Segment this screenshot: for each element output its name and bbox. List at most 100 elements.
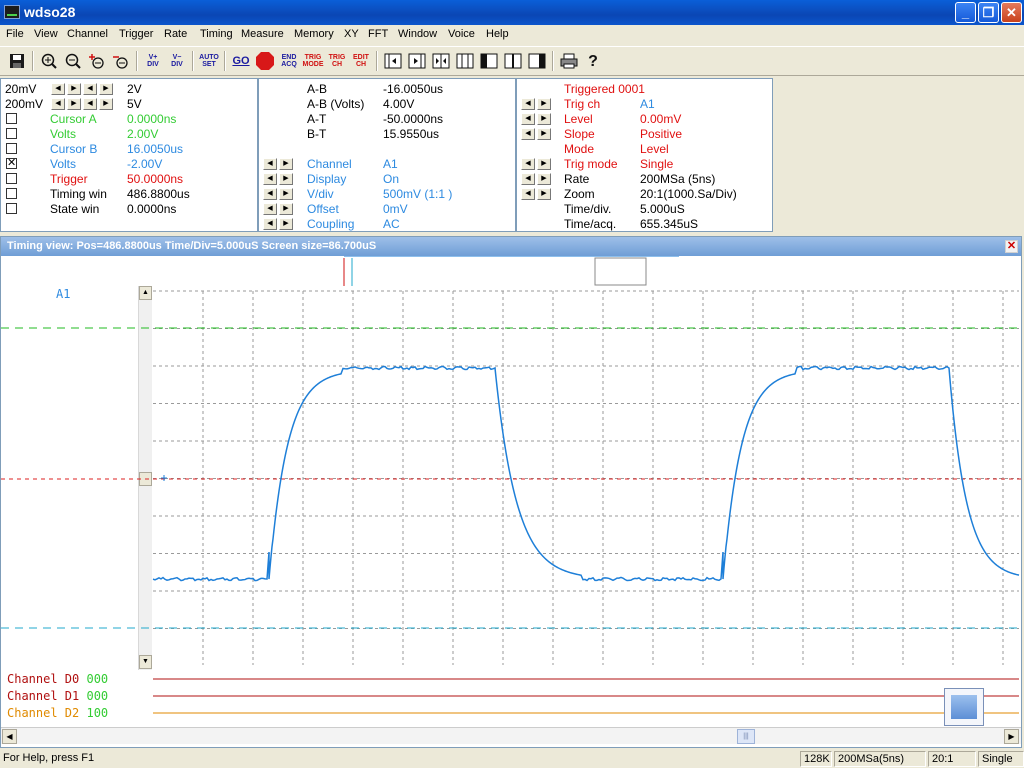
left-arrow-icon[interactable]: ◀ xyxy=(521,173,535,185)
row-checkbox[interactable] xyxy=(6,173,17,184)
volts-div-up-button[interactable]: V+ DIV xyxy=(142,50,164,72)
print-icon[interactable] xyxy=(558,50,580,72)
edit-ch-button[interactable]: EDIT CH xyxy=(350,50,372,72)
right-arrow-icon[interactable]: ▶ xyxy=(67,98,81,110)
left-arrow-icon[interactable]: ◀ xyxy=(521,158,535,170)
menu-file[interactable]: File xyxy=(6,28,24,40)
left-arrow-icon[interactable]: ◀ xyxy=(263,218,277,230)
stop-button[interactable] xyxy=(254,50,276,72)
autoset-button[interactable]: AUTO SET xyxy=(198,50,220,72)
window-split-icon[interactable] xyxy=(502,50,524,72)
minimize-button[interactable]: _ xyxy=(955,2,976,23)
spin-arrows[interactable]: ◀ ▶ xyxy=(521,173,551,185)
spin-arrows[interactable]: ◀ ▶ xyxy=(263,188,293,200)
right-arrow-icon[interactable]: ▶ xyxy=(279,173,293,185)
row-checkbox[interactable] xyxy=(6,143,17,154)
menu-view[interactable]: View xyxy=(34,28,58,40)
menu-window[interactable]: Window xyxy=(398,28,437,40)
go-button[interactable]: GO xyxy=(230,50,252,72)
end-acq-button[interactable]: END ACQ xyxy=(278,50,300,72)
right-arrow-icon[interactable]: ▶ xyxy=(67,83,81,95)
menu-timing[interactable]: Timing xyxy=(200,28,233,40)
spin-arrows[interactable]: ◀ ▶ xyxy=(521,98,551,110)
zoom-in-icon[interactable] xyxy=(38,50,60,72)
scale-1-right-arrows[interactable]: ◀ ▶ xyxy=(83,83,113,95)
left-arrow-icon[interactable]: ◀ xyxy=(51,83,65,95)
window-right-icon[interactable] xyxy=(526,50,548,72)
scale-2-right-arrows[interactable]: ◀ ▶ xyxy=(83,98,113,110)
row-checkbox[interactable] xyxy=(6,128,17,139)
help-icon[interactable]: ? xyxy=(582,50,604,72)
menu-fft[interactable]: FFT xyxy=(368,28,388,40)
right-arrow-icon[interactable]: ▶ xyxy=(279,158,293,170)
menu-rate[interactable]: Rate xyxy=(164,28,187,40)
restore-button[interactable]: ❐ xyxy=(978,2,999,23)
row-checkbox[interactable] xyxy=(6,188,17,199)
left-arrow-icon[interactable]: ◀ xyxy=(521,98,535,110)
spin-arrows[interactable]: ◀ ▶ xyxy=(263,158,293,170)
row-checkbox[interactable] xyxy=(6,203,17,214)
right-arrow-icon[interactable]: ▶ xyxy=(537,158,551,170)
menu-memory[interactable]: Memory xyxy=(294,28,334,40)
left-arrow-icon[interactable]: ◀ xyxy=(263,203,277,215)
spin-arrows[interactable]: ◀ ▶ xyxy=(263,173,293,185)
zoom-out-red-icon[interactable] xyxy=(110,50,132,72)
timing-view-close-icon[interactable]: ✕ xyxy=(1005,240,1018,253)
left-arrow-icon[interactable]: ◀ xyxy=(263,158,277,170)
volts-div-down-button[interactable]: V− DIV xyxy=(166,50,188,72)
spin-arrows[interactable]: ◀ ▶ xyxy=(521,188,551,200)
left-arrow-icon[interactable]: ◀ xyxy=(263,173,277,185)
trig-mode-button[interactable]: TRIG MODE xyxy=(302,50,324,72)
save-icon[interactable] xyxy=(6,50,28,72)
right-arrow-icon[interactable]: ▶ xyxy=(279,218,293,230)
row-checkbox[interactable]: ✕ xyxy=(6,158,17,169)
row-checkbox[interactable] xyxy=(6,113,17,124)
zoom-out-icon[interactable] xyxy=(62,50,84,72)
right-arrow-icon[interactable]: ▶ xyxy=(537,113,551,125)
spin-arrows[interactable]: ◀ ▶ xyxy=(521,128,551,140)
cursor-both-icon[interactable] xyxy=(454,50,476,72)
menu-trigger[interactable]: Trigger xyxy=(119,28,153,40)
scroll-right-icon[interactable]: ▶ xyxy=(1004,729,1019,744)
app-icon[interactable] xyxy=(4,5,20,19)
trig-ch-button[interactable]: TRIG CH xyxy=(326,50,348,72)
cursor-center-icon[interactable] xyxy=(430,50,452,72)
overview-window[interactable] xyxy=(594,257,647,286)
menu-voice[interactable]: Voice xyxy=(448,28,475,40)
scale-1-left-arrows[interactable]: ◀ ▶ xyxy=(51,83,81,95)
spin-arrows[interactable]: ◀ ▶ xyxy=(521,113,551,125)
right-arrow-icon[interactable]: ▶ xyxy=(537,128,551,140)
right-arrow-icon[interactable]: ▶ xyxy=(279,203,293,215)
waveform-display[interactable] xyxy=(1,256,1021,726)
left-arrow-icon[interactable]: ◀ xyxy=(83,98,97,110)
right-arrow-icon[interactable]: ▶ xyxy=(537,188,551,200)
menu-xy[interactable]: XY xyxy=(344,28,359,40)
menu-help[interactable]: Help xyxy=(486,28,509,40)
menu-measure[interactable]: Measure xyxy=(241,28,284,40)
horizontal-scrollbar[interactable]: ◀ ||| ▶ xyxy=(1,727,1021,744)
horizontal-scroll-thumb[interactable]: ||| xyxy=(737,729,755,744)
scale-2-left-arrows[interactable]: ◀ ▶ xyxy=(51,98,81,110)
spin-arrows[interactable]: ◀ ▶ xyxy=(263,203,293,215)
left-arrow-icon[interactable]: ◀ xyxy=(521,113,535,125)
right-arrow-icon[interactable]: ▶ xyxy=(537,173,551,185)
right-arrow-icon[interactable]: ▶ xyxy=(99,98,113,110)
close-button[interactable]: ✕ xyxy=(1001,2,1022,23)
cursor-left-icon[interactable] xyxy=(382,50,404,72)
right-arrow-icon[interactable]: ▶ xyxy=(537,98,551,110)
menu-channel[interactable]: Channel xyxy=(67,28,108,40)
left-arrow-icon[interactable]: ◀ xyxy=(521,128,535,140)
cursor-right-icon[interactable] xyxy=(406,50,428,72)
scroll-left-icon[interactable]: ◀ xyxy=(2,729,17,744)
spin-arrows[interactable]: ◀ ▶ xyxy=(521,158,551,170)
right-arrow-icon[interactable]: ▶ xyxy=(279,188,293,200)
right-arrow-icon[interactable]: ▶ xyxy=(99,83,113,95)
window-left-icon[interactable] xyxy=(478,50,500,72)
left-arrow-icon[interactable]: ◀ xyxy=(51,98,65,110)
left-arrow-icon[interactable]: ◀ xyxy=(263,188,277,200)
zoom-in-red-icon[interactable] xyxy=(86,50,108,72)
spin-arrows[interactable]: ◀ ▶ xyxy=(263,218,293,230)
scroll-down-arrow-icon[interactable] xyxy=(944,688,984,726)
left-arrow-icon[interactable]: ◀ xyxy=(521,188,535,200)
left-arrow-icon[interactable]: ◀ xyxy=(83,83,97,95)
